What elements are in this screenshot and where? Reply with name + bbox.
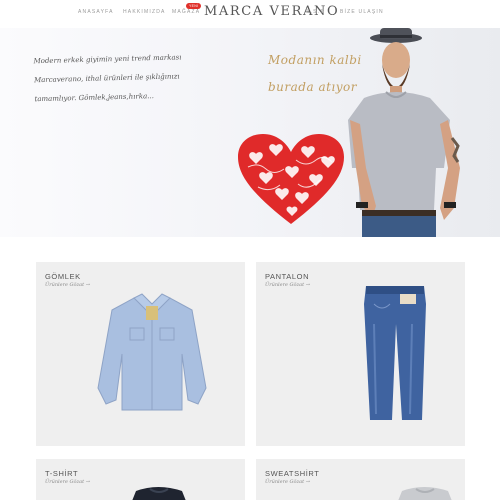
nav-link-anasayfa[interactable]: ANASAYFA [78,9,114,15]
browse-products-link[interactable]: Ürünlere Gözat → [45,479,90,485]
category-card-pantalon[interactable]: PANTALON Ürünlere Gözat → [256,262,465,446]
decorative-heart-icon [238,134,344,224]
hero-intro-text: Modern erkek giyimin yeni trend markası … [33,48,204,109]
hero-intro-line: tamamlıyor. Gömlek,jeans,hırka... [34,92,154,104]
browse-products-link[interactable]: Ürünlere Gözat → [265,282,310,288]
category-card-gomlek[interactable]: GÖMLEK Ürünlere Gözat → [36,262,245,446]
sweatshirt-image [398,487,452,500]
nav-link-magaza[interactable]: MAĞAZA [172,9,200,15]
tshirt-image [132,487,186,500]
shirt-image [97,293,207,411]
category-title: SWEATSHİRT [265,469,320,478]
new-badge: YENİ [186,3,202,9]
category-card-sweatshirt[interactable]: SWEATSHİRT Ürünlere Gözat → [256,459,465,500]
nav-link-hakkimizda[interactable]: HAKKIMIZDA [123,9,166,15]
category-title: PANTALON [265,272,310,281]
hero-banner: Modern erkek giyimin yeni trend markası … [0,28,500,237]
top-navigation: ANASAYFA HAKKIMIZDA MAĞAZA YENİ MARCA VE… [0,0,500,28]
category-card-tshirt[interactable]: T-SHİRT Ürünlere Gözat → [36,459,245,500]
category-title: GÖMLEK [45,272,81,281]
nav-link-sss[interactable]: S.S.S [306,9,325,15]
jeans-image [364,286,426,420]
nav-link-bize-ulasin[interactable]: BİZE ULAŞIN [340,9,384,15]
browse-products-link[interactable]: Ürünlere Gözat → [45,282,90,288]
category-title: T-SHİRT [45,469,79,478]
browse-products-link[interactable]: Ürünlere Gözat → [265,479,310,485]
model-photo-image [348,28,460,237]
